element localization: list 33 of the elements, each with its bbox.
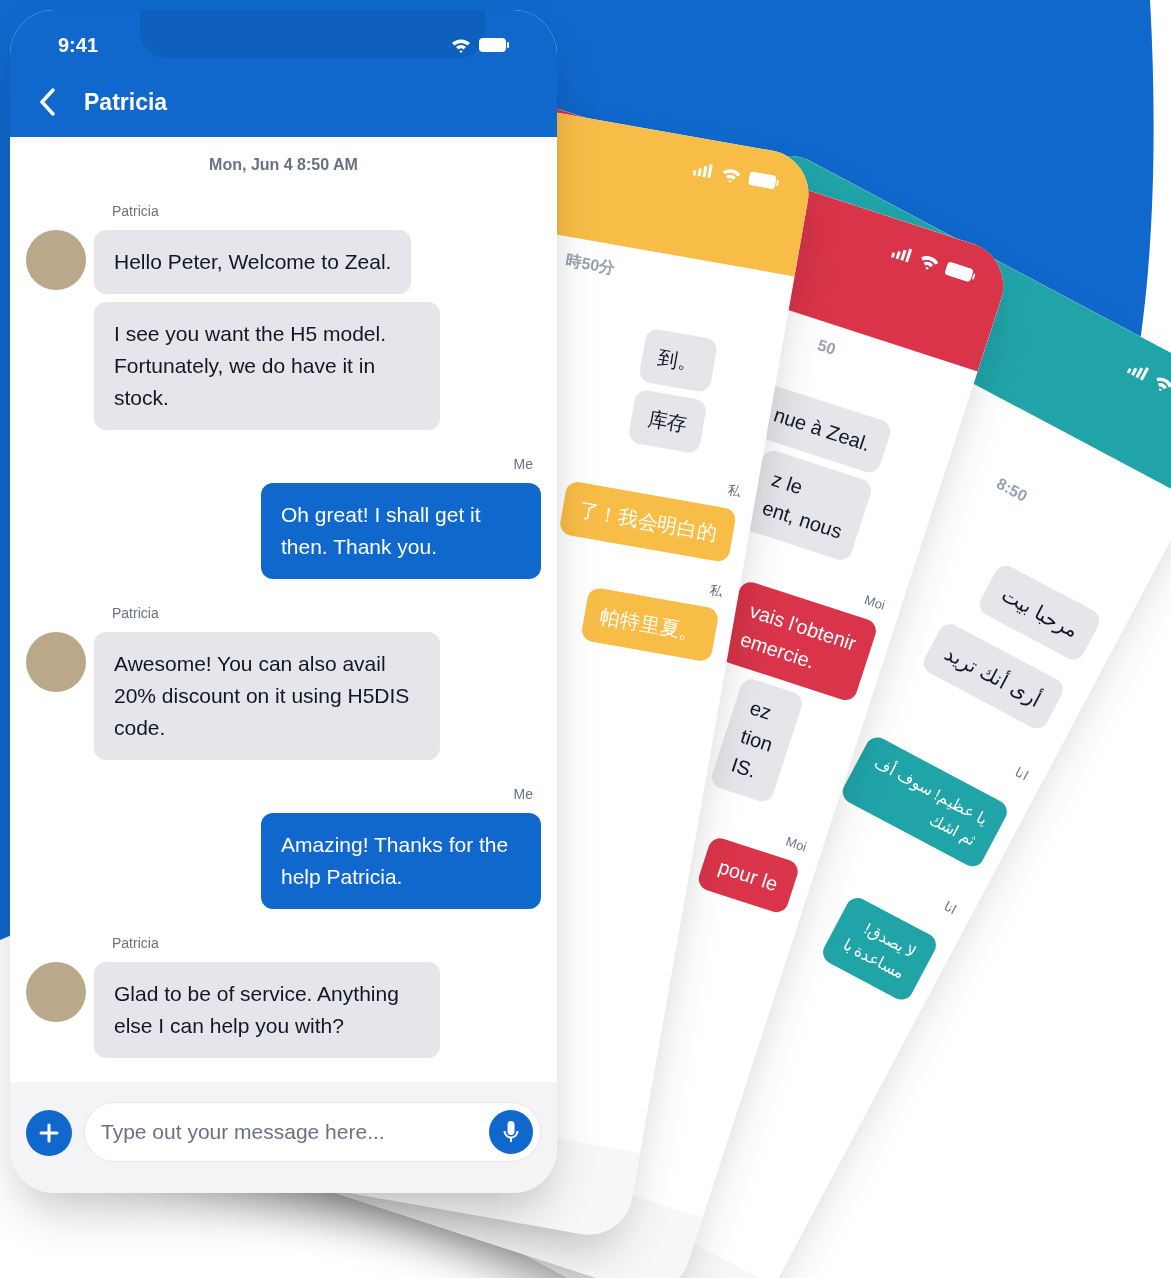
avatar [26, 230, 86, 290]
avatar [26, 632, 86, 692]
timestamp: 50 [814, 335, 839, 360]
status-time: 9:41 [58, 33, 99, 58]
message-bubble: Hello Peter, Welcome to Zeal. [94, 230, 412, 294]
message-input[interactable]: Type out your message here... [84, 1102, 541, 1162]
plus-icon [39, 1123, 59, 1143]
avatar [26, 962, 86, 1022]
message-bubble: Oh great! I shall get it then. Thank you. [261, 483, 541, 579]
add-button[interactable] [26, 1110, 72, 1156]
wifi-icon [451, 37, 471, 53]
battery-icon [479, 38, 509, 52]
sender-label: انا [1012, 763, 1032, 786]
sender-label: Patricia [111, 604, 159, 623]
message-bubble: 到。 [638, 327, 719, 394]
message-bubble: 库存 [627, 388, 708, 455]
message-bubble: Awesome! You can also avail 20% discount on it using H5DIS code. [94, 632, 440, 760]
wifi-icon [720, 166, 743, 185]
sender-label: Patricia [111, 934, 159, 953]
sender-label: Me [513, 455, 534, 474]
timestamp: Mon, Jun 4 8:50 AM [209, 155, 358, 175]
timestamp: 時50分 [563, 250, 617, 279]
timestamp: 8:50 [992, 473, 1032, 507]
sender-label: Me [513, 785, 534, 804]
back-icon [38, 87, 56, 117]
sender-label: انا [940, 896, 961, 919]
battery-icon [747, 171, 780, 191]
message-bubble: Glad to be of service. Anything else I can help you with? [94, 962, 440, 1058]
microphone-icon [503, 1120, 519, 1144]
contact-name: Patricia [84, 87, 168, 117]
message-bubble: I see you want the H5 model. Fortunately, we do have it in stock. [94, 302, 440, 430]
message-bubble: Amazing! Thanks for the help Patricia. [261, 813, 541, 909]
sender-label: Patricia [111, 202, 159, 221]
